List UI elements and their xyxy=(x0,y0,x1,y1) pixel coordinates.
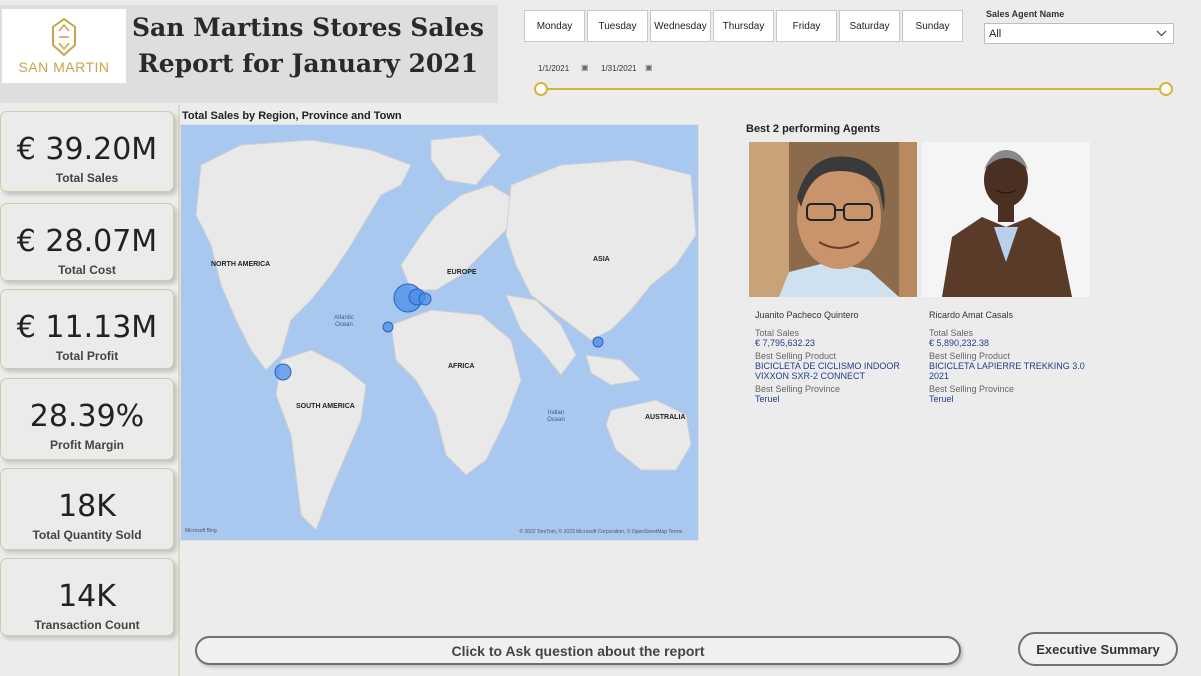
executive-summary-button[interactable]: Executive Summary xyxy=(1018,632,1178,666)
agent-name: Ricardo Amat Casals xyxy=(929,310,1014,320)
logo-emblem-icon xyxy=(52,17,76,57)
agent-card-2: Ricardo Amat Casals Total Sales € 5,890,… xyxy=(929,310,1094,404)
map-bubble-vietnam xyxy=(592,336,604,348)
map-label-north-america: NORTH AMERICA xyxy=(211,261,271,268)
map-label-africa: AFRICA xyxy=(448,363,475,370)
map-bubble-canaries xyxy=(382,321,394,333)
map-label-asia: ASIA xyxy=(593,256,610,263)
kpi-value: 18K xyxy=(58,489,116,524)
kpi-card-transaction-count: 14K Transaction Count xyxy=(0,558,174,636)
day-button-sunday[interactable]: Sunday xyxy=(902,10,963,42)
kpi-card-total-sales: € 39.20M Total Sales xyxy=(0,111,174,192)
kpi-value: 14K xyxy=(58,579,116,614)
kpi-label: Total Sales xyxy=(55,171,119,185)
agent-sales-label: Total Sales xyxy=(755,328,800,338)
sales-map[interactable]: NORTH AMERICA EUROPE ASIA AFRICA SOUTH A… xyxy=(180,124,699,541)
map-title: Total Sales by Region, Province and Town xyxy=(182,110,402,122)
agent-portrait-2 xyxy=(922,142,1090,297)
world-map-graphic xyxy=(195,134,697,531)
kpi-card-total-cost: € 28.07M Total Cost xyxy=(0,203,174,281)
kpi-label: Total Cost xyxy=(58,263,116,277)
agent-province-value: Teruel xyxy=(929,394,954,404)
map-label-atlantic: Atlantic Ocean xyxy=(334,315,354,328)
kpi-card-total-quantity: 18K Total Quantity Sold xyxy=(0,468,174,550)
map-label-australia: AUSTRALIA xyxy=(645,414,686,421)
day-button-monday[interactable]: Monday xyxy=(524,10,585,42)
date-end-input[interactable]: 1/31/2021 xyxy=(601,64,637,73)
agent-product-label: Best Selling Product xyxy=(755,351,837,361)
agent-card-1: Juanito Pacheco Quintero Total Sales € 7… xyxy=(755,310,920,404)
day-button-thursday[interactable]: Thursday xyxy=(713,10,774,42)
agent-filter-label: Sales Agent Name xyxy=(986,9,1065,19)
map-credit[interactable]: © 2022 TomTom, © 2023 Microsoft Corporat… xyxy=(519,529,682,535)
date-slider-start-handle[interactable] xyxy=(534,82,548,96)
agent-province-label: Best Selling Province xyxy=(755,384,841,394)
calendar-icon[interactable]: ▣ xyxy=(645,63,653,72)
kpi-label: Total Profit xyxy=(55,349,119,363)
day-button-wednesday[interactable]: Wednesday xyxy=(650,10,711,42)
agent-sales-value: € 7,795,632.23 xyxy=(755,338,816,348)
agent-portrait-1 xyxy=(749,142,917,297)
kpi-label: Total Quantity Sold xyxy=(32,528,142,542)
day-button-tuesday[interactable]: Tuesday xyxy=(587,10,648,42)
map-label-south-america: SOUTH AMERICA xyxy=(296,403,355,410)
bing-logo: Microsoft Bing xyxy=(185,528,217,534)
kpi-value: € 28.07M xyxy=(16,224,158,259)
date-slider-end-handle[interactable] xyxy=(1159,82,1173,96)
agents-title: Best 2 performing Agents xyxy=(746,123,881,135)
map-label-europe: EUROPE xyxy=(447,269,477,276)
company-logo: SAN MARTIN xyxy=(2,9,126,83)
logo-text: SAN MARTIN xyxy=(18,59,110,75)
kpi-label: Profit Margin xyxy=(50,438,124,452)
map-label-indian: Indian Ocean xyxy=(547,410,565,423)
agent-name: Juanito Pacheco Quintero xyxy=(755,310,859,320)
day-button-friday[interactable]: Friday xyxy=(776,10,837,42)
agent-sales-value: € 5,890,232.38 xyxy=(929,338,990,348)
date-slider-track[interactable] xyxy=(541,88,1166,90)
chevron-down-icon xyxy=(1156,30,1167,37)
agent-filter-dropdown[interactable]: All xyxy=(984,23,1174,44)
agent-product-value: BICICLETA DE CICLISMO INDOOR VIXXON SXR-… xyxy=(755,361,900,381)
agent-province-label: Best Selling Province xyxy=(929,384,1015,394)
calendar-icon[interactable]: ▣ xyxy=(581,63,589,72)
agent-filter-value: All xyxy=(989,27,1002,40)
map-bubble-colombia xyxy=(274,363,292,381)
agent-photo-2 xyxy=(922,142,1090,297)
agent-sales-label: Total Sales xyxy=(929,328,974,338)
kpi-card-profit-margin: 28.39% Profit Margin xyxy=(0,378,174,460)
day-slicer: Monday Tuesday Wednesday Thursday Friday… xyxy=(524,10,963,42)
kpi-value: € 11.13M xyxy=(16,310,158,345)
agent-product-value: BICICLETA LAPIERRE TREKKING 3.0 2021 xyxy=(929,361,1085,381)
kpi-card-total-profit: € 11.13M Total Profit xyxy=(0,289,174,369)
day-button-saturday[interactable]: Saturday xyxy=(839,10,900,42)
kpi-value: 28.39% xyxy=(29,399,145,434)
map-bubble-spain-northeast xyxy=(418,292,432,306)
agent-product-label: Best Selling Product xyxy=(929,351,1011,361)
agent-province-value: Teruel xyxy=(755,394,780,404)
date-start-input[interactable]: 1/1/2021 xyxy=(538,64,569,73)
ask-question-button[interactable]: Click to Ask question about the report xyxy=(195,636,961,665)
kpi-value: € 39.20M xyxy=(16,132,158,167)
page-title: San Martins Stores Sales Report for Janu… xyxy=(131,13,485,78)
agent-photo-1 xyxy=(749,142,917,297)
kpi-label: Transaction Count xyxy=(34,618,140,632)
